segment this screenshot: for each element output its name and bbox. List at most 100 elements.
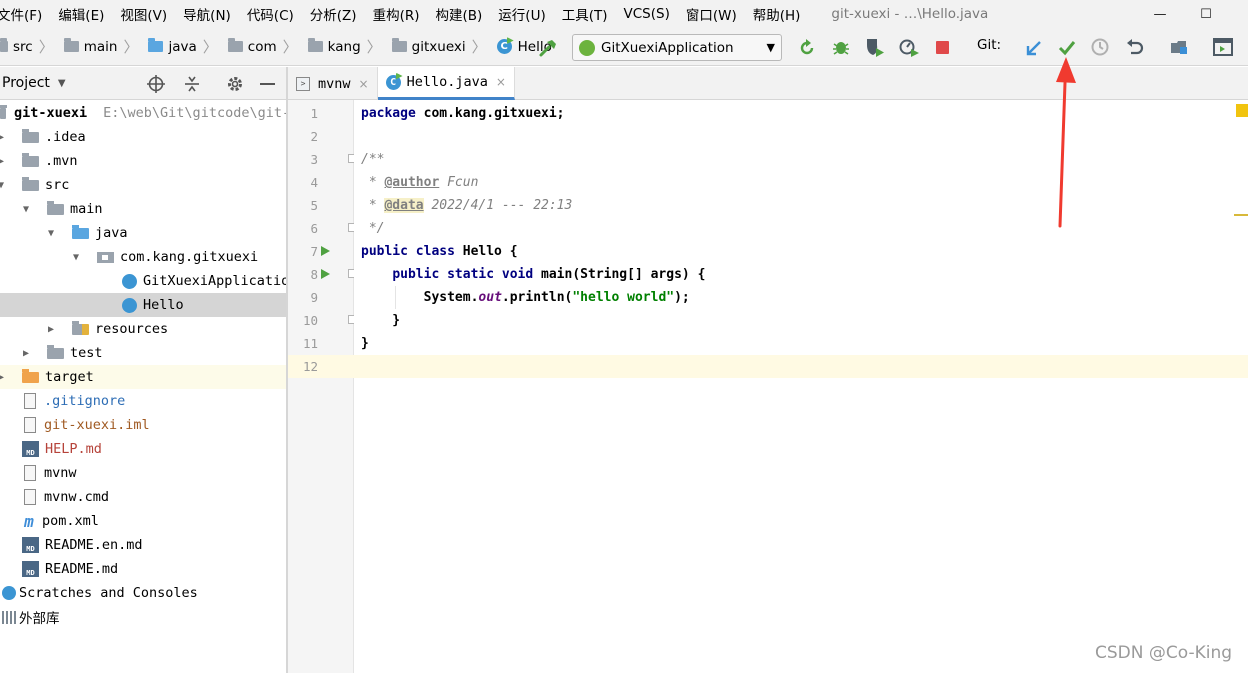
inspection-status-icon[interactable]	[1236, 104, 1248, 117]
line-number: 10	[302, 313, 318, 328]
menu-build[interactable]: 构建(B)	[427, 4, 490, 24]
chevron-right-icon[interactable]: ▶	[0, 132, 8, 143]
chevron-down-icon[interactable]: ▼	[58, 78, 66, 89]
tree-item-label: target	[45, 369, 94, 385]
menu-file[interactable]: 文件(F)	[0, 4, 49, 24]
breadcrumb-src[interactable]: src 〉	[0, 28, 60, 65]
chevron-down-icon[interactable]: ▼	[19, 204, 33, 215]
gear-icon[interactable]	[225, 74, 245, 94]
menu-tools[interactable]: 工具(T)	[553, 4, 615, 24]
locate-target-icon[interactable]	[146, 74, 166, 94]
git-update-icon[interactable]	[1024, 38, 1044, 58]
chevron-down-icon[interactable]: ▼	[0, 180, 8, 191]
tree-item-iml[interactable]: git-xuexi.iml	[0, 413, 287, 437]
minimize-button[interactable]: —	[1150, 4, 1170, 24]
build-hammer-icon[interactable]	[538, 38, 558, 58]
tree-item-help-md[interactable]: MD HELP.md	[0, 437, 287, 461]
collapse-all-icon[interactable]	[182, 74, 202, 94]
error-stripe-marker[interactable]	[1234, 214, 1248, 216]
breadcrumb-main[interactable]: main 〉	[60, 28, 145, 65]
menu-analyze[interactable]: 分析(Z)	[301, 4, 364, 24]
maximize-button[interactable]: ☐	[1196, 4, 1216, 24]
run-configuration-dropdown[interactable]: GitXuexiApplication ▼	[572, 34, 782, 61]
project-panel-title[interactable]: Project	[2, 75, 50, 91]
tree-item-test[interactable]: ▶ test	[0, 341, 287, 365]
tree-item-readme[interactable]: MD README.md	[0, 557, 287, 581]
menu-vcs[interactable]: VCS(S)	[615, 6, 677, 22]
git-history-icon[interactable]	[1090, 37, 1110, 57]
menu-view[interactable]: 视图(V)	[111, 4, 174, 24]
menu-edit[interactable]: 编辑(E)	[49, 4, 111, 24]
tab-hello-java[interactable]: C Hello.java ×	[377, 67, 515, 100]
chevron-right-icon[interactable]: ▶	[44, 324, 58, 335]
tree-item-hello[interactable]: Hello	[0, 293, 287, 317]
tree-item-resources[interactable]: ▶ resources	[0, 317, 287, 341]
close-icon[interactable]: ×	[496, 75, 506, 89]
run-with-coverage-icon[interactable]	[864, 37, 886, 59]
chevron-right-icon[interactable]: ▶	[0, 156, 8, 167]
tree-item-gitignore[interactable]: .gitignore	[0, 389, 287, 413]
tree-item-src[interactable]: ▼ src	[0, 173, 287, 197]
module-folder-icon	[0, 104, 7, 119]
tree-item-mvn[interactable]: ▶ .mvn	[0, 149, 287, 173]
breadcrumb-kang[interactable]: kang 〉	[304, 28, 388, 65]
tree-item-pom[interactable]: m pom.xml	[0, 509, 287, 533]
profile-icon[interactable]	[898, 37, 920, 59]
tree-item-package[interactable]: ▼ com.kang.gitxuexi	[0, 245, 287, 269]
breadcrumb-java[interactable]: java 〉	[144, 28, 223, 65]
chevron-right-icon[interactable]: ▶	[19, 348, 33, 359]
text-file-icon	[24, 489, 36, 505]
package-icon	[391, 38, 407, 52]
menu-bar: 文件(F) 编辑(E) 视图(V) 导航(N) 代码(C) 分析(Z) 重构(R…	[0, 0, 1248, 28]
hide-panel-icon[interactable]	[260, 83, 275, 85]
breadcrumb-com[interactable]: com 〉	[224, 28, 304, 65]
stop-icon[interactable]	[936, 41, 949, 54]
menu-help[interactable]: 帮助(H)	[744, 4, 808, 24]
editor-tab-bar: > mvnw × C Hello.java ×	[288, 67, 1248, 100]
breadcrumb-separator: 〉	[282, 38, 298, 56]
indent-guide	[395, 286, 396, 309]
chevron-down-icon[interactable]: ▼	[69, 252, 83, 263]
keyword: public class	[361, 244, 455, 259]
terminal-window-icon[interactable]	[1212, 37, 1234, 57]
code-text: );	[674, 290, 690, 305]
menu-code[interactable]: 代码(C)	[238, 4, 301, 24]
close-icon[interactable]: ×	[359, 77, 369, 91]
run-gutter-icon[interactable]	[321, 246, 330, 256]
git-rollback-icon[interactable]	[1125, 37, 1145, 57]
module-file-icon	[24, 417, 36, 433]
code-line-1: package com.kang.gitxuexi;	[354, 102, 1248, 125]
run-gutter-icon[interactable]	[321, 269, 330, 279]
chevron-down-icon[interactable]: ▼	[44, 228, 58, 239]
tree-item-java[interactable]: ▼ java	[0, 221, 287, 245]
menu-run[interactable]: 运行(U)	[489, 4, 552, 24]
tree-item-readme-en[interactable]: MD README.en.md	[0, 533, 287, 557]
tree-item-gitxuexiapplication[interactable]: GitXuexiApplicatio	[0, 269, 287, 293]
run-config-label: GitXuexiApplication	[601, 39, 734, 56]
tree-item-mvnw-cmd[interactable]: mvnw.cmd	[0, 485, 287, 509]
tab-mvnw[interactable]: > mvnw ×	[288, 67, 378, 100]
chevron-right-icon[interactable]: ▶	[0, 372, 8, 383]
rerun-icon[interactable]	[797, 38, 817, 58]
breadcrumb-separator: 〉	[123, 38, 139, 56]
tree-item-external-libraries[interactable]: 外部库	[0, 605, 287, 629]
tree-item-main[interactable]: ▼ main	[0, 197, 287, 221]
tree-item-label: Hello	[143, 297, 184, 313]
menu-navigate[interactable]: 导航(N)	[174, 4, 238, 24]
code-editor[interactable]: package com.kang.gitxuexi; /** * @author…	[354, 100, 1248, 673]
comment: 2022/4/1 --- 22:13	[423, 198, 573, 213]
tree-item-idea[interactable]: ▶ .idea	[0, 125, 287, 149]
debug-bug-icon[interactable]	[831, 37, 851, 57]
line-number: 7	[310, 244, 318, 259]
project-structure-icon[interactable]	[1169, 37, 1189, 57]
breadcrumb-gitxuexi[interactable]: gitxuexi 〉	[388, 28, 493, 65]
menu-window[interactable]: 窗口(W)	[677, 4, 744, 24]
menu-refactor[interactable]: 重构(R)	[364, 4, 427, 24]
project-tree: git-xuexi E:\web\Git\gitcode\git- ▶ .ide…	[0, 100, 287, 673]
tree-item-mvnw[interactable]: mvnw	[0, 461, 287, 485]
tree-item-scratches[interactable]: Scratches and Consoles	[0, 581, 287, 605]
tree-item-target[interactable]: ▶ target	[0, 365, 287, 389]
tree-item-root[interactable]: git-xuexi E:\web\Git\gitcode\git-	[0, 101, 287, 125]
git-label: Git:	[977, 37, 1002, 53]
